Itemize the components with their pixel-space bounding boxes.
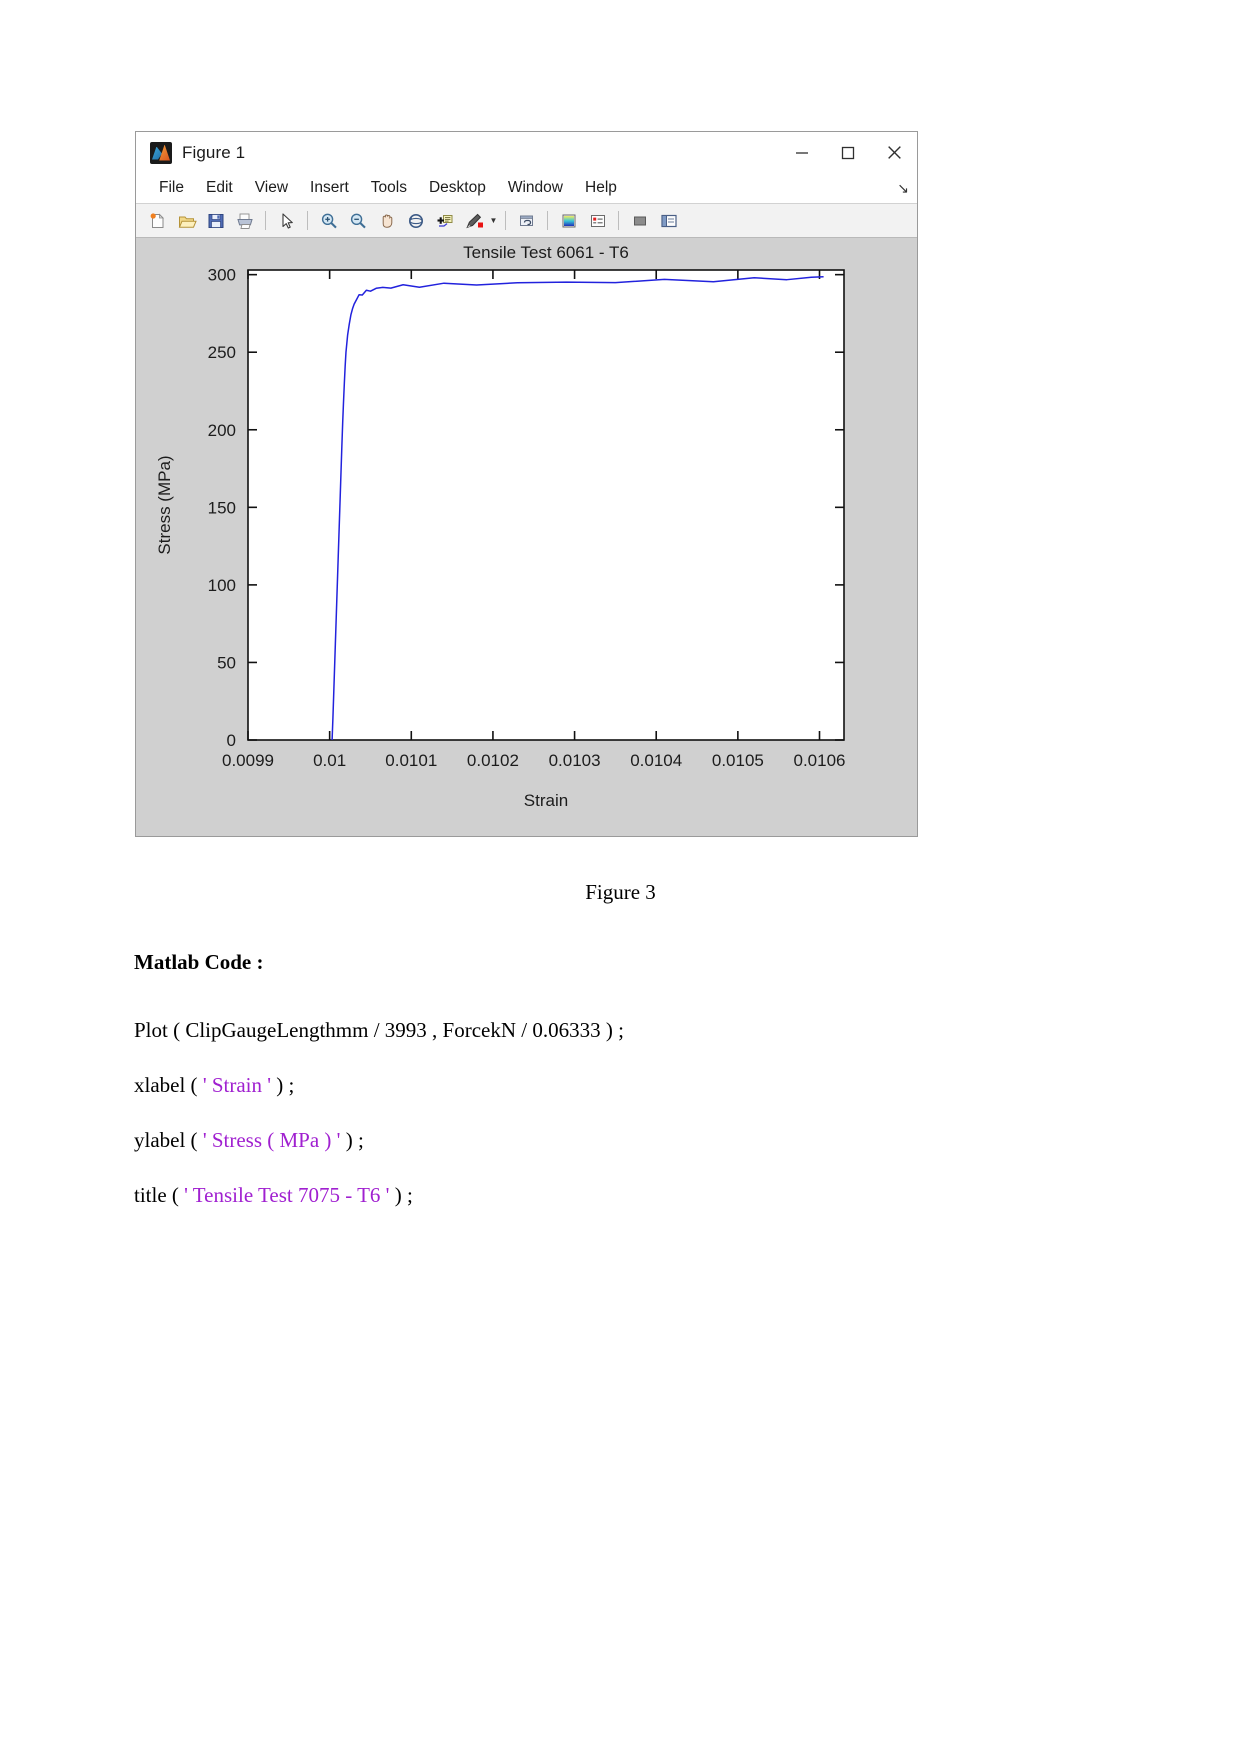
menu-item-file[interactable]: File xyxy=(148,179,195,197)
maximize-button[interactable] xyxy=(825,132,871,173)
toolbar-separator xyxy=(307,211,308,230)
brush-button[interactable] xyxy=(459,207,488,235)
pointer-arrow-icon xyxy=(281,212,293,229)
toolbar-separator xyxy=(547,211,548,230)
code-text: ) ; xyxy=(340,1128,364,1152)
y-tick-label: 250 xyxy=(208,343,236,362)
zoom-out-icon xyxy=(350,213,366,228)
x-tick-label: 0.0102 xyxy=(467,751,519,770)
legend-icon xyxy=(590,214,605,227)
matlab-code-section: Matlab Code : Plot ( ClipGaugeLengthmm /… xyxy=(134,950,1034,1238)
code-text: ylabel ( xyxy=(134,1128,203,1152)
matlab-figure-window: Figure 1 File Edit View Insert Tools Des… xyxy=(135,131,918,837)
toolbar-separator xyxy=(505,211,506,230)
menu-item-desktop[interactable]: Desktop xyxy=(418,179,497,197)
plot-area-background xyxy=(248,270,844,740)
plot-title: Tensile Test 6061 - T6 xyxy=(463,243,629,262)
y-axis-label: Stress (MPa) xyxy=(155,455,174,554)
y-tick-label: 50 xyxy=(217,653,236,672)
figure-toolbar: ▼ xyxy=(136,204,917,238)
data-cursor-icon xyxy=(437,214,452,227)
y-tick-label: 0 xyxy=(227,731,236,750)
x-tick-label: 0.0104 xyxy=(630,751,682,770)
rotate-3d-button[interactable] xyxy=(401,207,430,235)
rotate-3d-icon xyxy=(408,213,423,228)
link-plot-button[interactable] xyxy=(512,207,541,235)
x-tick-label: 0.0101 xyxy=(385,751,437,770)
x-tick-label: 0.0099 xyxy=(222,751,274,770)
close-button[interactable] xyxy=(871,132,917,173)
brush-icon xyxy=(465,213,483,228)
code-text: xlabel ( xyxy=(134,1073,203,1097)
data-cursor-button[interactable] xyxy=(430,207,459,235)
maximize-icon xyxy=(841,146,855,159)
y-tick-label: 300 xyxy=(208,266,236,285)
insert-colorbar-button[interactable] xyxy=(554,207,583,235)
save-figure-icon xyxy=(208,213,223,228)
zoom-out-button[interactable] xyxy=(343,207,372,235)
y-tick-label: 100 xyxy=(208,576,236,595)
menu-item-edit[interactable]: Edit xyxy=(195,179,244,197)
window-titlebar: Figure 1 xyxy=(136,132,917,173)
menu-item-view[interactable]: View xyxy=(244,179,299,197)
brush-dropdown-caret[interactable]: ▼ xyxy=(488,207,499,235)
code-text: Plot ( ClipGaugeLengthmm / 3993 , Forcek… xyxy=(134,1018,624,1042)
x-tick-label: 0.0103 xyxy=(549,751,601,770)
link-plot-icon xyxy=(519,215,533,226)
code-section-heading: Matlab Code : xyxy=(134,950,264,974)
insert-legend-button[interactable] xyxy=(583,207,612,235)
toolbar-separator xyxy=(265,211,266,230)
toolbar-separator xyxy=(618,211,619,230)
new-figure-button[interactable] xyxy=(143,207,172,235)
code-text: title ( xyxy=(134,1183,185,1207)
y-tick-label: 150 xyxy=(208,498,236,517)
hide-plot-tools-button[interactable] xyxy=(625,207,654,235)
menu-overflow-icon[interactable]: ↘ xyxy=(897,180,909,197)
figure-canvas: Tensile Test 6061 - T6 0 50 100 150 200 250 30… xyxy=(136,238,917,836)
code-text: ) ; xyxy=(389,1183,413,1207)
code-string-literal: ' Stress ( MPa ) ' xyxy=(202,1128,341,1152)
menu-item-tools[interactable]: Tools xyxy=(360,179,418,197)
figure-caption: Figure 3 xyxy=(585,880,656,904)
menu-item-insert[interactable]: Insert xyxy=(299,179,360,197)
close-icon xyxy=(887,146,901,159)
window-controls xyxy=(779,132,917,173)
x-tick-label: 0.01 xyxy=(313,751,346,770)
y-tick-label: 200 xyxy=(208,421,236,440)
open-file-button[interactable] xyxy=(172,207,201,235)
code-line: xlabel ( ' Strain ' ) ; xyxy=(134,1073,1034,1098)
stress-strain-plot[interactable]: Tensile Test 6061 - T6 0 50 100 150 200 250 30… xyxy=(136,238,917,836)
pan-button[interactable] xyxy=(372,207,401,235)
x-tick-label: 0.0106 xyxy=(794,751,846,770)
menu-item-window[interactable]: Window xyxy=(497,179,574,197)
print-figure-button[interactable] xyxy=(230,207,259,235)
code-string-literal: ' Tensile Test 7075 - T6 ' xyxy=(184,1183,390,1207)
code-line: Plot ( ClipGaugeLengthmm / 3993 , Forcek… xyxy=(134,1018,1034,1043)
x-axis-label: Strain xyxy=(524,791,568,810)
zoom-in-button[interactable] xyxy=(314,207,343,235)
x-tick-label: 0.0105 xyxy=(712,751,764,770)
save-figure-button[interactable] xyxy=(201,207,230,235)
hide-plot-tools-icon xyxy=(633,216,646,225)
edit-plot-button[interactable] xyxy=(272,207,301,235)
minimize-icon xyxy=(796,151,808,154)
open-file-icon xyxy=(178,216,197,228)
minimize-button[interactable] xyxy=(779,132,825,173)
code-line: ylabel ( ' Stress ( MPa ) ' ) ; xyxy=(134,1128,1034,1153)
show-plot-tools-button[interactable] xyxy=(654,207,683,235)
code-line: title ( ' Tensile Test 7075 - T6 ' ) ; xyxy=(134,1183,1034,1208)
window-title: Figure 1 xyxy=(182,142,246,162)
print-figure-icon xyxy=(236,213,253,229)
menu-item-help[interactable]: Help xyxy=(574,179,628,197)
menubar: File Edit View Insert Tools Desktop Wind… xyxy=(136,173,917,204)
show-plot-tools-icon xyxy=(660,214,677,227)
zoom-in-icon xyxy=(321,213,337,228)
code-lines: Plot ( ClipGaugeLengthmm / 3993 , Forcek… xyxy=(134,1018,1034,1208)
pan-hand-icon xyxy=(382,214,392,228)
code-string-literal: ' Strain ' xyxy=(202,1073,272,1097)
code-text: ) ; xyxy=(271,1073,295,1097)
new-figure-icon xyxy=(150,212,164,228)
colorbar-icon xyxy=(562,214,575,227)
matlab-icon xyxy=(150,141,172,164)
